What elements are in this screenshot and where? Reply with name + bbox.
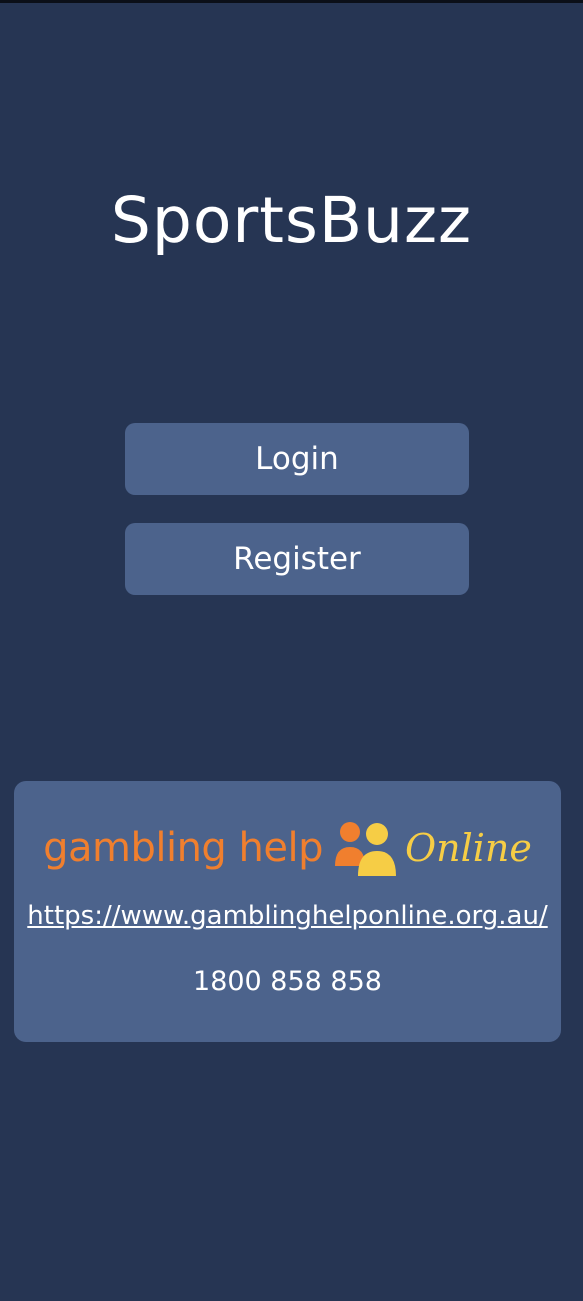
gambling-help-logo: gambling help Online (14, 817, 561, 879)
logo-text-gambling-help: gambling help (43, 825, 323, 871)
gambling-help-link[interactable]: https://www.gamblinghelponline.org.au/ (14, 901, 561, 931)
register-button[interactable]: Register (125, 523, 469, 595)
login-button[interactable]: Login (125, 423, 469, 495)
gambling-help-phone[interactable]: 1800 858 858 (14, 966, 561, 997)
logo-text-online: Online (405, 826, 532, 870)
gambling-help-card: gambling help Online https://www.gamblin… (14, 781, 561, 1042)
people-icon (333, 820, 399, 876)
app-title: SportsBuzz (110, 184, 473, 257)
status-bar (0, 0, 583, 3)
